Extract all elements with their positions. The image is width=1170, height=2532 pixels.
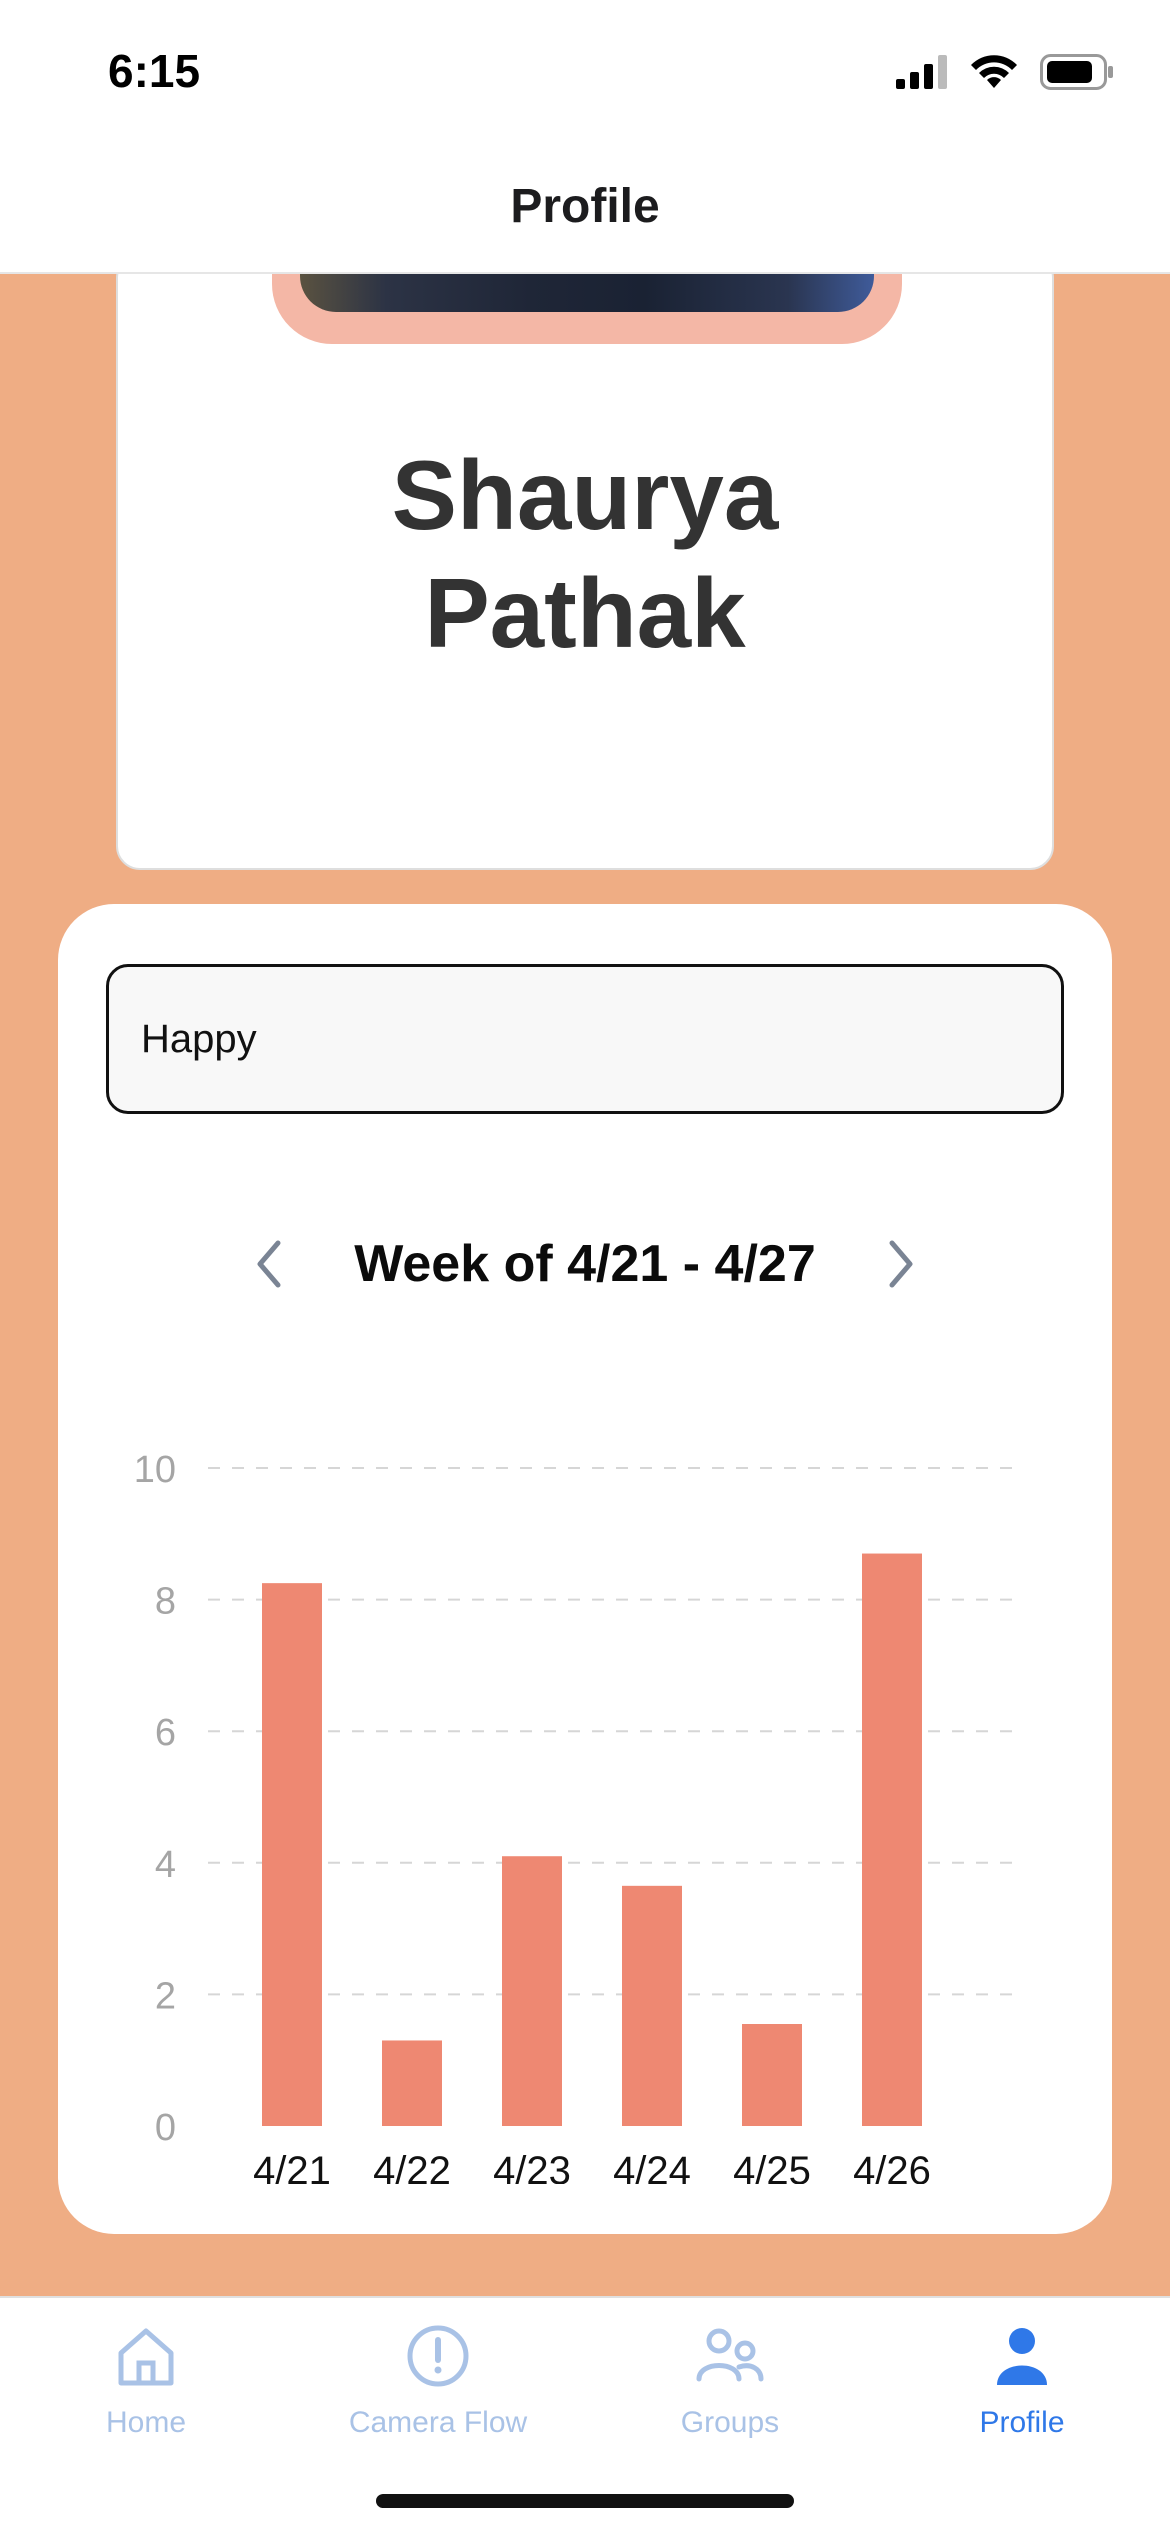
profile-content[interactable]: Shaurya Pathak Happy Week of 4/21 - 4/27: [0, 274, 1170, 2296]
y-tick-label: 4: [155, 1844, 176, 1886]
tab-groups-label: Groups: [680, 2406, 780, 2439]
x-tick-label: 4/26: [853, 2149, 931, 2184]
home-icon: [106, 2316, 186, 2396]
y-tick-label: 2: [155, 1975, 176, 2017]
mood-dropdown[interactable]: Happy: [106, 964, 1064, 1114]
chart-bar: [262, 1583, 322, 2126]
y-tick-label: 0: [155, 2107, 176, 2149]
chart-bar: [862, 1553, 922, 2126]
tab-profile-label: Profile: [979, 2406, 1065, 2439]
page-title: Profile: [510, 179, 660, 233]
profile-last-name: Pathak: [424, 558, 746, 668]
x-tick-label: 4/21: [253, 2149, 331, 2184]
chart-bar: [742, 2024, 802, 2126]
mood-bar-chart: 0 2 4 6 8 10 4/21 4/22 4/23 4/24 4/25 4/26: [134, 1449, 1014, 2184]
nav-header: Profile: [0, 140, 1170, 274]
chart-bar: [382, 2040, 442, 2126]
status-time: 6:15: [108, 45, 201, 97]
x-tick-label: 4/22: [373, 2149, 451, 2184]
x-tick-label: 4/25: [733, 2149, 811, 2184]
chart-bar: [622, 1885, 682, 2126]
person-icon: [982, 2316, 1062, 2396]
wifi-icon: [970, 54, 1018, 95]
profile-first-name: Shaurya: [391, 440, 779, 550]
avatar[interactable]: [300, 274, 874, 312]
y-tick-label: 10: [134, 1449, 176, 1491]
mood-chart-card: Happy Week of 4/21 - 4/27 0 2 4 6 8 10 4/21 4/2…: [58, 904, 1112, 2234]
chevron-left-icon[interactable]: [244, 1229, 294, 1299]
battery-icon: [1040, 54, 1114, 95]
x-tick-label: 4/24: [613, 2149, 691, 2184]
mood-dropdown-value: Happy: [141, 1016, 257, 1061]
tab-home[interactable]: Home: [0, 2316, 292, 2466]
chevron-right-icon[interactable]: [876, 1229, 926, 1299]
status-bar: 6:15: [0, 0, 1170, 140]
alert-circle-icon: [398, 2316, 478, 2396]
status-icons: [896, 54, 1114, 95]
signal-icon: [896, 55, 948, 94]
avatar-frame: [272, 274, 902, 344]
tab-camera-flow-label: Camera Flow: [348, 2406, 528, 2439]
week-label: Week of 4/21 - 4/27: [354, 1235, 816, 1293]
chart-bar: [502, 1856, 562, 2126]
week-navigator: Week of 4/21 - 4/27: [58, 1224, 1112, 1304]
profile-card: Shaurya Pathak: [116, 274, 1054, 870]
y-tick-label: 8: [155, 1581, 176, 1623]
profile-screen: 6:15 Profile Shaurya Pathak Happy Week o…: [0, 0, 1170, 2532]
tab-groups[interactable]: Groups: [584, 2316, 876, 2466]
groups-icon: [690, 2316, 770, 2396]
tab-camera-flow[interactable]: Camera Flow: [292, 2316, 584, 2466]
home-indicator[interactable]: [376, 2494, 794, 2508]
y-tick-label: 6: [155, 1712, 176, 1754]
tab-profile[interactable]: Profile: [876, 2316, 1168, 2466]
tab-home-label: Home: [105, 2406, 187, 2439]
x-tick-label: 4/23: [493, 2149, 571, 2184]
profile-name: Shaurya Pathak: [118, 436, 1052, 672]
